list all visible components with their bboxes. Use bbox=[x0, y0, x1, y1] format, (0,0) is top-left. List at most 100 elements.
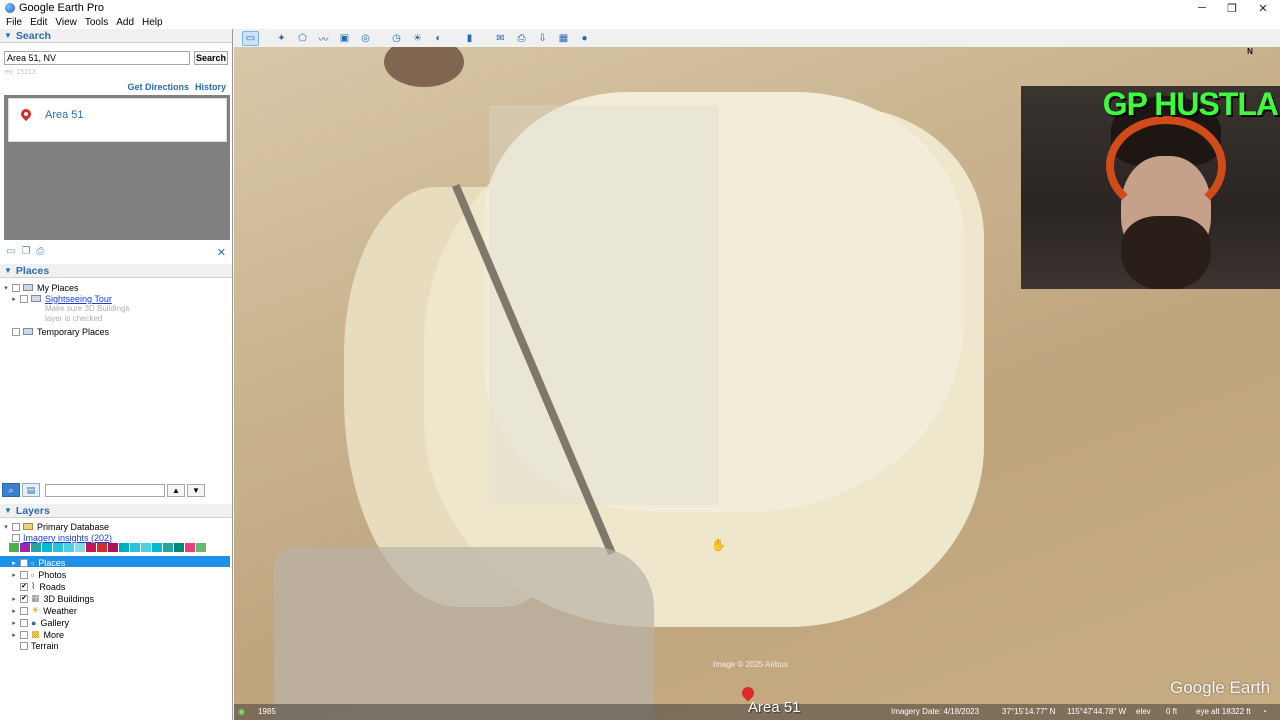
imagery-year-swatch[interactable] bbox=[86, 543, 96, 552]
checkbox[interactable]: ✔ bbox=[20, 582, 28, 591]
imagery-year-swatch[interactable] bbox=[130, 543, 140, 552]
historical-imagery-icon[interactable]: ◷ bbox=[388, 31, 405, 46]
compass-north[interactable]: N bbox=[1239, 47, 1261, 63]
imagery-year-swatch[interactable] bbox=[42, 543, 52, 552]
layer-3d-buildings[interactable]: ▸ ✔ ▦ 3D Buildings bbox=[10, 593, 94, 604]
places-find-input[interactable] bbox=[45, 483, 165, 497]
checkbox[interactable] bbox=[20, 606, 28, 615]
print-icon[interactable]: ⎙ bbox=[513, 31, 530, 46]
planets-icon[interactable]: ◐ bbox=[430, 31, 447, 46]
imagery-year-swatch[interactable] bbox=[31, 543, 41, 552]
timeline-icon[interactable]: ◉ bbox=[238, 707, 245, 716]
collapse-triangle-icon: ▼ bbox=[4, 31, 12, 40]
layer-imagery-insights[interactable]: Imagery insights (202) bbox=[10, 532, 112, 543]
result-title[interactable]: Area 51 bbox=[45, 109, 84, 121]
expand-icon[interactable]: ▸ bbox=[10, 559, 18, 567]
sidebar-toggle-icon[interactable]: ▭ bbox=[242, 30, 259, 46]
expand-icon[interactable]: ▸ bbox=[10, 571, 18, 579]
clear-search-icon[interactable]: ✕ bbox=[217, 246, 226, 259]
imagery-year-swatch[interactable] bbox=[196, 543, 206, 552]
menu-add[interactable]: Add bbox=[112, 17, 138, 28]
panel-toggle-icon[interactable]: ▤ bbox=[22, 483, 40, 497]
imagery-year-swatch[interactable] bbox=[53, 543, 63, 552]
checkbox[interactable] bbox=[20, 641, 28, 650]
map-place-label[interactable]: Area 51 bbox=[748, 699, 801, 716]
map-maker-icon[interactable]: ▦ bbox=[555, 31, 572, 46]
map-pin-icon[interactable] bbox=[742, 687, 754, 699]
checkbox[interactable] bbox=[20, 618, 28, 627]
checkbox[interactable] bbox=[12, 283, 20, 292]
imagery-year-swatch[interactable] bbox=[9, 543, 19, 552]
checkbox[interactable] bbox=[12, 327, 20, 336]
print-results-icon[interactable]: ⎙ bbox=[36, 246, 44, 257]
tree-my-places[interactable]: ▾ My Places bbox=[2, 282, 78, 293]
layer-more[interactable]: ▸ ▩ More bbox=[10, 629, 64, 640]
base-facilities bbox=[274, 547, 654, 720]
expand-icon[interactable]: ▸ bbox=[10, 295, 18, 303]
imagery-year-swatch[interactable] bbox=[185, 543, 195, 552]
earth-gallery-icon[interactable]: ● bbox=[576, 31, 593, 46]
polygon-icon[interactable]: ⬠ bbox=[294, 31, 311, 46]
layer-primary-database[interactable]: ▾ Primary Database bbox=[2, 521, 109, 532]
imagery-year-swatch[interactable] bbox=[20, 543, 30, 552]
get-directions-link[interactable]: Get Directions bbox=[127, 82, 189, 92]
imagery-year-swatch[interactable] bbox=[75, 543, 85, 552]
record-tour-icon[interactable]: ◎ bbox=[357, 31, 374, 46]
path-icon[interactable]: 〰 bbox=[315, 31, 332, 46]
checkbox[interactable] bbox=[20, 570, 28, 579]
checkbox[interactable] bbox=[20, 630, 28, 639]
menu-tools[interactable]: Tools bbox=[81, 17, 112, 28]
move-down-button[interactable]: ▼ bbox=[187, 483, 205, 497]
ruler-icon[interactable]: ▮ bbox=[461, 31, 478, 46]
layer-gallery[interactable]: ▸ ● Gallery bbox=[10, 617, 69, 628]
sunlight-icon[interactable]: ☀ bbox=[409, 31, 426, 46]
checkbox[interactable]: ✔ bbox=[20, 558, 28, 567]
maximize-button[interactable]: ❐ bbox=[1217, 0, 1247, 16]
layers-panel-header[interactable]: ▼ Layers bbox=[0, 504, 232, 518]
layer-photos[interactable]: ▸ ▫ Photos bbox=[10, 569, 66, 580]
imagery-year-swatch[interactable] bbox=[108, 543, 118, 552]
search-icon[interactable]: ⌕ bbox=[2, 483, 20, 497]
imagery-year-swatch[interactable] bbox=[174, 543, 184, 552]
layer-roads[interactable]: ✔ ⌇ Roads bbox=[10, 581, 65, 592]
layer-weather[interactable]: ▸ ☀ Weather bbox=[10, 605, 77, 616]
close-button[interactable]: ✕ bbox=[1248, 0, 1278, 16]
checkbox[interactable]: ✔ bbox=[20, 594, 28, 603]
imagery-year-swatch[interactable] bbox=[163, 543, 173, 552]
menu-view[interactable]: View bbox=[51, 17, 81, 28]
checkbox[interactable] bbox=[12, 522, 20, 531]
search-result-item[interactable]: Area 51 bbox=[8, 98, 227, 142]
minimize-button[interactable]: ─ bbox=[1187, 0, 1217, 16]
layer-terrain[interactable]: Terrain bbox=[18, 640, 59, 651]
imagery-year-swatch[interactable] bbox=[64, 543, 74, 552]
expand-icon[interactable]: ▸ bbox=[10, 619, 18, 627]
search-panel-header[interactable]: ▼ Search bbox=[0, 29, 232, 43]
imagery-year-swatch[interactable] bbox=[97, 543, 107, 552]
checkbox[interactable] bbox=[12, 533, 20, 542]
imagery-year-swatch[interactable] bbox=[152, 543, 162, 552]
places-panel-header[interactable]: ▼ Places bbox=[0, 264, 232, 278]
expand-icon[interactable]: ▸ bbox=[10, 595, 18, 603]
menu-help[interactable]: Help bbox=[138, 17, 167, 28]
menu-edit[interactable]: Edit bbox=[26, 17, 51, 28]
email-icon[interactable]: ✉ bbox=[492, 31, 509, 46]
save-image-icon[interactable]: ⇩ bbox=[534, 31, 551, 46]
move-up-button[interactable]: ▲ bbox=[167, 483, 185, 497]
tree-temporary-places[interactable]: Temporary Places bbox=[10, 326, 109, 337]
expand-icon[interactable]: ▸ bbox=[10, 607, 18, 615]
history-link[interactable]: History bbox=[195, 82, 226, 92]
imagery-year-swatch[interactable] bbox=[119, 543, 129, 552]
copy-icon[interactable]: ❐ bbox=[21, 246, 30, 257]
imagery-year-swatch[interactable] bbox=[141, 543, 151, 552]
search-button[interactable]: Search bbox=[194, 51, 228, 65]
image-overlay-icon[interactable]: ▣ bbox=[336, 31, 353, 46]
add-to-places-icon[interactable]: ▭ bbox=[6, 246, 15, 257]
menu-file[interactable]: File bbox=[0, 17, 26, 28]
expand-icon[interactable]: ▸ bbox=[10, 631, 18, 639]
collapse-icon[interactable]: ▾ bbox=[2, 523, 10, 531]
layer-places[interactable]: ▸ ✔ ▫ Places bbox=[10, 557, 65, 568]
checkbox[interactable] bbox=[20, 294, 28, 303]
placemark-icon[interactable]: ✦ bbox=[273, 31, 290, 46]
search-input[interactable]: Area 51, NV bbox=[4, 51, 190, 65]
collapse-icon[interactable]: ▾ bbox=[2, 284, 10, 292]
